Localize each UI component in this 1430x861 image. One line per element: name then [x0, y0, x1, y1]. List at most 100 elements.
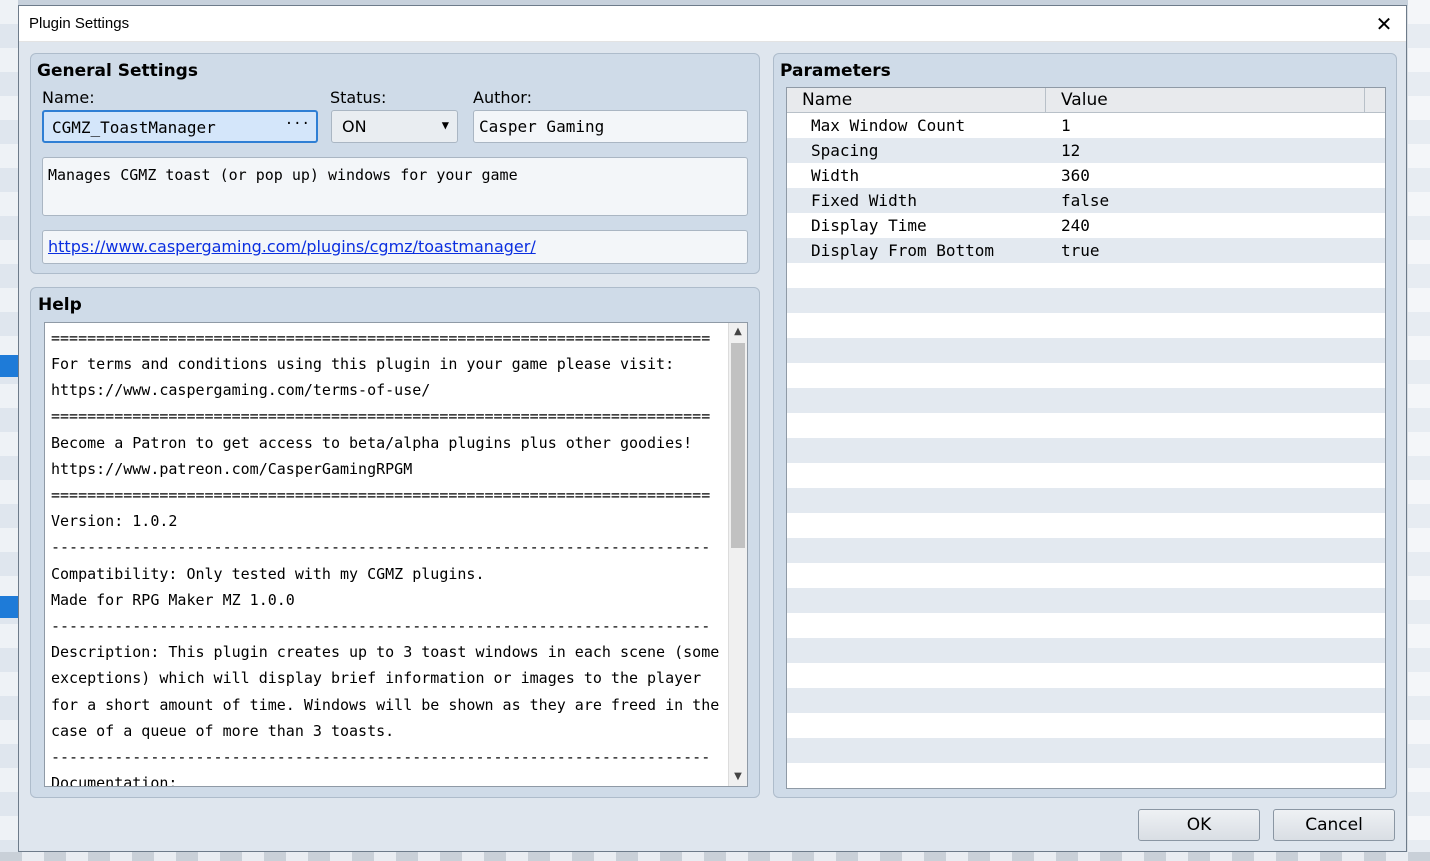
parameter-row[interactable]: Max Window Count 1 [787, 113, 1385, 138]
help-line: Compatibility: Only tested with my CGMZ … [51, 565, 485, 583]
background-list [1408, 0, 1430, 861]
help-panel: Help ===================================… [30, 287, 760, 798]
status-select[interactable]: ON ▼ [331, 110, 458, 143]
column-header-value[interactable]: Value [1061, 90, 1108, 110]
help-line: exceptions) which will display brief inf… [51, 669, 702, 687]
scroll-up-arrow-icon[interactable]: ▲ [729, 323, 747, 341]
empty-row [787, 738, 1385, 763]
empty-row [787, 263, 1385, 288]
parameter-name: Display From Bottom [811, 241, 995, 260]
empty-row [787, 388, 1385, 413]
parameters-table: Name Value Max Window Count 1 Spacing 12 Wid… [786, 87, 1386, 789]
parameter-row[interactable]: Fixed Width false [787, 188, 1385, 213]
cancel-button[interactable]: Cancel [1273, 809, 1395, 841]
help-line: Become a Patron to get access to beta/al… [51, 434, 693, 452]
empty-row [787, 313, 1385, 338]
table-header: Name Value [787, 88, 1385, 113]
help-scrollbar[interactable]: ▲ ▼ [728, 323, 747, 786]
background-grid [0, 852, 1430, 861]
column-divider [1364, 88, 1365, 112]
parameter-name: Fixed Width [811, 191, 917, 210]
help-line: For terms and conditions using this plug… [51, 355, 675, 373]
name-browse-button[interactable]: ··· [285, 116, 310, 132]
parameter-row[interactable]: Display From Bottom true [787, 238, 1385, 263]
help-line: Documentation: [51, 774, 178, 787]
empty-row [787, 688, 1385, 713]
empty-row [787, 563, 1385, 588]
empty-row [787, 638, 1385, 663]
name-label: Name: [42, 88, 95, 107]
empty-row [787, 663, 1385, 688]
background-selection [0, 355, 18, 377]
help-line: ----------------------------------------… [51, 748, 711, 766]
help-line: https://www.patreon.com/CasperGamingRPGM [51, 460, 413, 478]
empty-row [787, 763, 1385, 788]
parameter-row[interactable]: Spacing 12 [787, 138, 1385, 163]
parameter-row[interactable]: Width 360 [787, 163, 1385, 188]
empty-row [787, 488, 1385, 513]
dialog-title: Plugin Settings [29, 15, 130, 32]
help-line: ----------------------------------------… [51, 617, 711, 635]
author-label: Author: [473, 88, 532, 107]
help-text-area[interactable]: ========================================… [44, 322, 748, 787]
parameter-value: false [1061, 191, 1110, 210]
status-label: Status: [330, 88, 387, 107]
parameters-panel: Parameters Name Value Max Window Count 1 S… [773, 53, 1397, 798]
author-value: Casper Gaming [479, 117, 605, 136]
parameter-name: Display Time [811, 216, 927, 235]
help-line: ========================================… [51, 329, 711, 347]
parameters-title: Parameters [780, 61, 891, 81]
empty-row [787, 413, 1385, 438]
help-line: ----------------------------------------… [51, 538, 711, 556]
description-field[interactable]: Manages CGMZ toast (or pop up) windows f… [42, 157, 748, 216]
help-line: ========================================… [51, 407, 711, 425]
empty-row [787, 288, 1385, 313]
parameter-value: true [1061, 241, 1100, 260]
help-line: case of a queue of more than 3 toasts. [51, 722, 395, 740]
empty-row [787, 538, 1385, 563]
empty-row [787, 613, 1385, 638]
help-line: Version: 1.0.2 [51, 512, 178, 530]
plugin-settings-dialog: Plugin Settings ✕ General Settings Name:… [18, 5, 1407, 852]
general-settings-panel: General Settings Name: CGMZ_ToastManager… [30, 53, 760, 274]
name-field[interactable]: CGMZ_ToastManager ··· [42, 110, 318, 143]
help-line: Description: This plugin creates up to 3… [51, 643, 720, 661]
background-selection [0, 596, 18, 618]
help-title: Help [38, 295, 82, 315]
scroll-thumb[interactable] [731, 343, 745, 548]
url-field: https://www.caspergaming.com/plugins/cgm… [42, 230, 748, 264]
help-line: ========================================… [51, 486, 711, 504]
plugin-url-link[interactable]: https://www.caspergaming.com/plugins/cgm… [48, 237, 536, 256]
empty-row [787, 438, 1385, 463]
name-value: CGMZ_ToastManager [52, 118, 216, 137]
parameter-rows: Max Window Count 1 Spacing 12 Width 360 Fixed … [787, 113, 1385, 788]
parameter-value: 12 [1061, 141, 1081, 160]
parameter-name: Max Window Count [811, 116, 966, 135]
parameter-row[interactable]: Display Time 240 [787, 213, 1385, 238]
background-list [0, 0, 18, 861]
help-line: https://www.caspergaming.com/terms-of-us… [51, 381, 431, 399]
parameter-name: Width [811, 166, 860, 185]
empty-row [787, 513, 1385, 538]
general-settings-title: General Settings [37, 61, 198, 81]
empty-row [787, 363, 1385, 388]
scroll-down-arrow-icon[interactable]: ▼ [729, 768, 747, 786]
author-field[interactable]: Casper Gaming [473, 110, 748, 143]
status-value: ON [342, 117, 367, 136]
empty-row [787, 588, 1385, 613]
column-divider [1045, 88, 1046, 112]
column-header-name[interactable]: Name [802, 90, 852, 110]
help-line: Made for RPG Maker MZ 1.0.0 [51, 591, 295, 609]
description-text: Manages CGMZ toast (or pop up) windows f… [48, 166, 518, 184]
ok-button[interactable]: OK [1138, 809, 1260, 841]
parameter-value: 1 [1061, 116, 1071, 135]
title-bar: Plugin Settings ✕ [19, 6, 1406, 42]
empty-row [787, 338, 1385, 363]
empty-row [787, 463, 1385, 488]
close-button[interactable]: ✕ [1370, 10, 1398, 38]
parameter-value: 360 [1061, 166, 1090, 185]
help-line: for a short amount of time. Windows will… [51, 696, 720, 714]
parameter-name: Spacing [811, 141, 879, 160]
empty-row [787, 713, 1385, 738]
dropdown-arrow-icon: ▼ [441, 118, 449, 132]
